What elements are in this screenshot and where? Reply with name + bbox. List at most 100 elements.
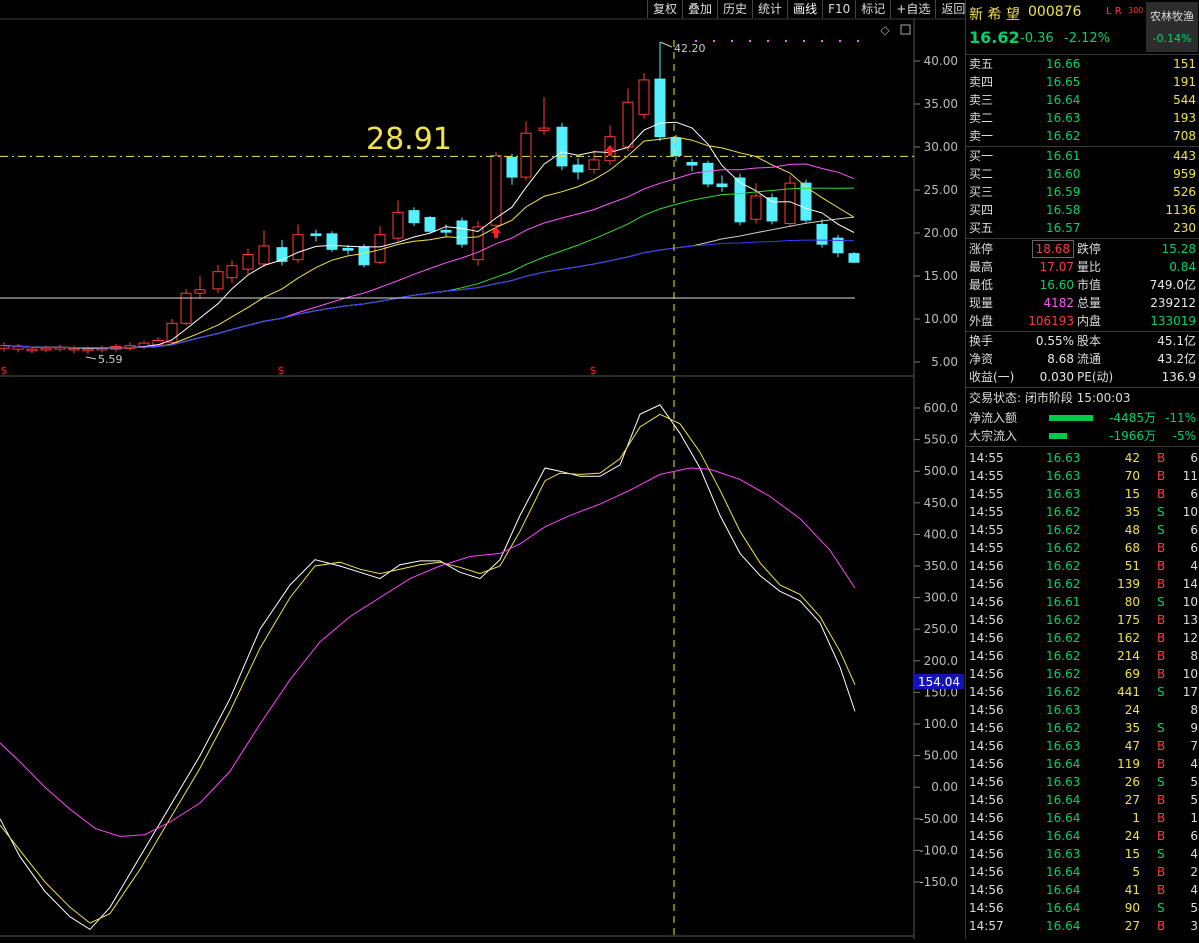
ind-axis-label: 250.0 (924, 622, 958, 636)
price-axis-label: 20.00 (924, 226, 958, 240)
candle-down (456, 220, 468, 245)
tick-count: 8 (1190, 649, 1198, 663)
tick-time: 14:56 (969, 595, 1004, 609)
toolbar-button-2[interactable]: 历史 (717, 0, 752, 18)
signal-dot (695, 40, 697, 42)
stock-tag-small: 300 (1128, 6, 1144, 15)
price-axis-label: 30.00 (924, 140, 958, 154)
tick-time: 14:56 (969, 667, 1004, 681)
tick-volume: 441 (1117, 685, 1140, 699)
tick-volume: 24 (1124, 829, 1140, 843)
tick-side: S (1157, 721, 1165, 735)
signal-dot (749, 40, 751, 42)
tick-time: 14:56 (969, 757, 1004, 771)
tick-price: 16.62 (1046, 613, 1081, 627)
sector-box[interactable]: 农林牧渔 -0.14% (1146, 2, 1198, 52)
stat-row: 净资 8.68 流通 43.2亿 (966, 350, 1199, 368)
event-marker-icon: $ (1, 364, 8, 377)
tick-price: 16.63 (1046, 487, 1081, 501)
toolbar-button-4[interactable]: 画线 (787, 0, 822, 18)
candle-down (326, 233, 338, 250)
toolbar-button-7[interactable]: +自选 (890, 0, 935, 18)
tick-price: 16.63 (1046, 469, 1081, 483)
flow-value: -4485万 (1109, 411, 1156, 425)
candle-down (670, 137, 682, 157)
toolbar-button-6[interactable]: 标记 (855, 0, 890, 18)
tick-volume: 41 (1124, 883, 1140, 897)
tick-volume: 26 (1124, 775, 1140, 789)
tick-time: 14:56 (969, 829, 1004, 843)
ticks-divider (966, 446, 1199, 447)
tick-row: 14:56 16.64 24 B 6 (966, 827, 1199, 845)
sector-name: 农林牧渔 (1150, 10, 1194, 23)
tick-volume: 47 (1124, 739, 1140, 753)
tick-count: 10 (1182, 595, 1198, 609)
tick-count: 9 (1190, 721, 1198, 735)
stat-value: 0.55% (1035, 334, 1074, 348)
high-marker-pointer (659, 41, 673, 48)
ask-price: 16.65 (1046, 75, 1081, 89)
tick-time: 14:55 (969, 505, 1004, 519)
candle-down (506, 156, 518, 178)
candle-down (440, 229, 452, 233)
stat-value: 106193 (1028, 314, 1074, 328)
quote-panel: 新 希 望 000876 L R 300 农林牧渔 -0.14% 16.62 -0.36 -2.… (965, 0, 1199, 939)
tick-count: 6 (1190, 487, 1198, 501)
tick-row: 14:56 16.63 15 S 4 (966, 845, 1199, 863)
stats-divider (966, 238, 1199, 239)
tick-side: S (1157, 901, 1165, 915)
signal-dot (731, 40, 733, 42)
toolbar-button-3[interactable]: 统计 (752, 0, 787, 18)
trade-status: 交易状态: 闭市阶段 15:00:03 (969, 391, 1131, 405)
toolbar-button-0[interactable]: 复权 (647, 0, 682, 18)
tick-count: 17 (1182, 685, 1198, 699)
flow-bar (1049, 415, 1093, 421)
tick-count: 12 (1182, 631, 1198, 645)
stat-value: 4182 (1043, 296, 1074, 310)
tick-count: 10 (1182, 667, 1198, 681)
kline-chart-svg[interactable]: 40.00 35.00 30.00 25.00 20.00 15.00 10.00 5.00 6… (0, 0, 965, 939)
bid-volume: 230 (1173, 221, 1196, 235)
stat-value: 43.2亿 (1157, 352, 1196, 366)
bid-row: 买五 16.57 230 (966, 219, 1199, 237)
tick-count: 14 (1182, 577, 1198, 591)
tick-count: 4 (1190, 883, 1198, 897)
ask-row: 卖三 16.64 544 (966, 91, 1199, 109)
tick-side: B (1157, 577, 1166, 591)
tick-price: 16.62 (1046, 631, 1081, 645)
candle-down (358, 246, 370, 266)
stat-label: 涨停 (969, 242, 994, 256)
candle-down (310, 233, 322, 237)
ind-axis-label: -50.00 (919, 812, 958, 826)
price-axis-label: 10.00 (924, 312, 958, 326)
tick-volume: 70 (1124, 469, 1140, 483)
tick-price: 16.64 (1046, 811, 1081, 825)
tick-row: 14:56 16.62 139 B 14 (966, 575, 1199, 593)
toolbar-button-1[interactable]: 叠加 (682, 0, 717, 18)
tick-volume: 90 (1124, 901, 1140, 915)
ask-label: 卖三 (969, 93, 994, 107)
candle-down (424, 217, 436, 232)
tick-volume: 68 (1124, 541, 1140, 555)
tick-side: B (1157, 757, 1166, 771)
window-icon[interactable] (900, 24, 911, 35)
bid-row: 买四 16.58 1136 (966, 201, 1199, 219)
flow-label: 大宗流入 (969, 429, 1018, 443)
ask-label: 卖五 (969, 57, 994, 71)
diamond-icon[interactable]: ◇ (880, 23, 890, 37)
toolbar-button-5[interactable]: F10 (822, 0, 855, 18)
tick-volume: 27 (1124, 919, 1140, 933)
tick-volume: 69 (1124, 667, 1140, 681)
bid-row: 买二 16.60 959 (966, 165, 1199, 183)
candle-down (686, 161, 698, 166)
ind-value-label: 154.04 (918, 675, 960, 689)
kline-chart-area[interactable]: 40.00 35.00 30.00 25.00 20.00 15.00 10.00 5.00 6… (0, 0, 965, 939)
ind-axis-label: 350.0 (924, 559, 958, 573)
ind-axis-label: 200.0 (924, 654, 958, 668)
ma30-line (3, 187, 855, 349)
tick-side: B (1157, 631, 1166, 645)
price-change-pct: -2.12% (1064, 31, 1110, 46)
signal-dot (767, 40, 769, 42)
stat-value: 136.9 (1161, 370, 1196, 384)
stat-value: 749.0亿 (1149, 278, 1196, 292)
